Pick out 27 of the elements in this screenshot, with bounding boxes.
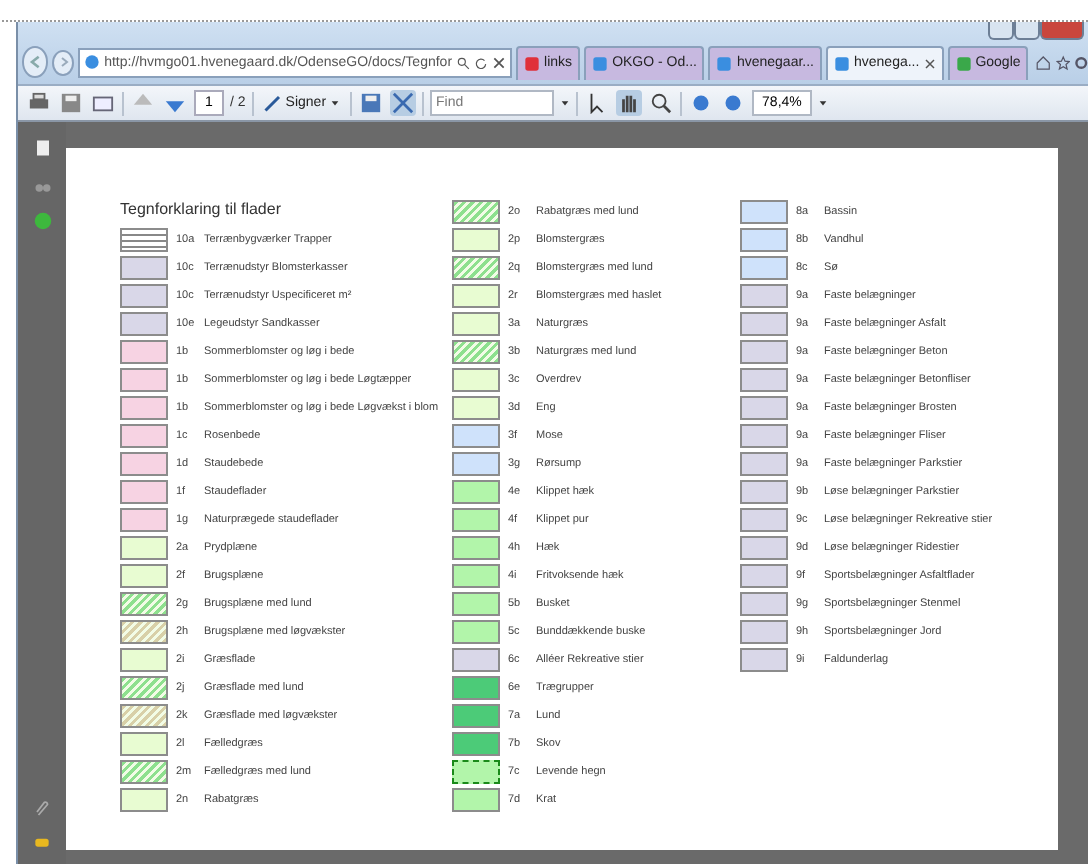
page-icon [524,55,541,71]
page-icon [955,55,972,71]
page-icon [592,55,609,71]
search-icon[interactable] [456,55,471,69]
envelope-icon [92,92,114,114]
close-icon[interactable] [923,57,936,69]
home-icon[interactable] [1036,53,1052,71]
save-copy-button[interactable] [358,90,385,116]
legend-title: Tegnforklaring til flader [120,200,283,222]
caret-icon [330,98,341,108]
refresh-icon[interactable] [474,55,489,69]
cursor-icon [586,92,609,114]
maximize-button[interactable] [1014,22,1040,40]
marquee-zoom-button[interactable] [648,90,675,116]
close-icon[interactable] [492,55,507,69]
star-icon[interactable] [1055,53,1070,71]
caret-icon[interactable] [560,98,571,108]
page-icon [716,55,733,71]
save-button[interactable] [58,90,84,116]
page-icon [834,55,850,71]
pen-icon [263,94,282,112]
pages-icon[interactable] [33,138,51,158]
printer-icon [28,92,50,114]
paperclip-icon[interactable] [33,800,51,818]
magnifier-icon [650,92,673,114]
caret-icon[interactable] [817,98,828,108]
minimize-button[interactable] [988,22,1014,40]
